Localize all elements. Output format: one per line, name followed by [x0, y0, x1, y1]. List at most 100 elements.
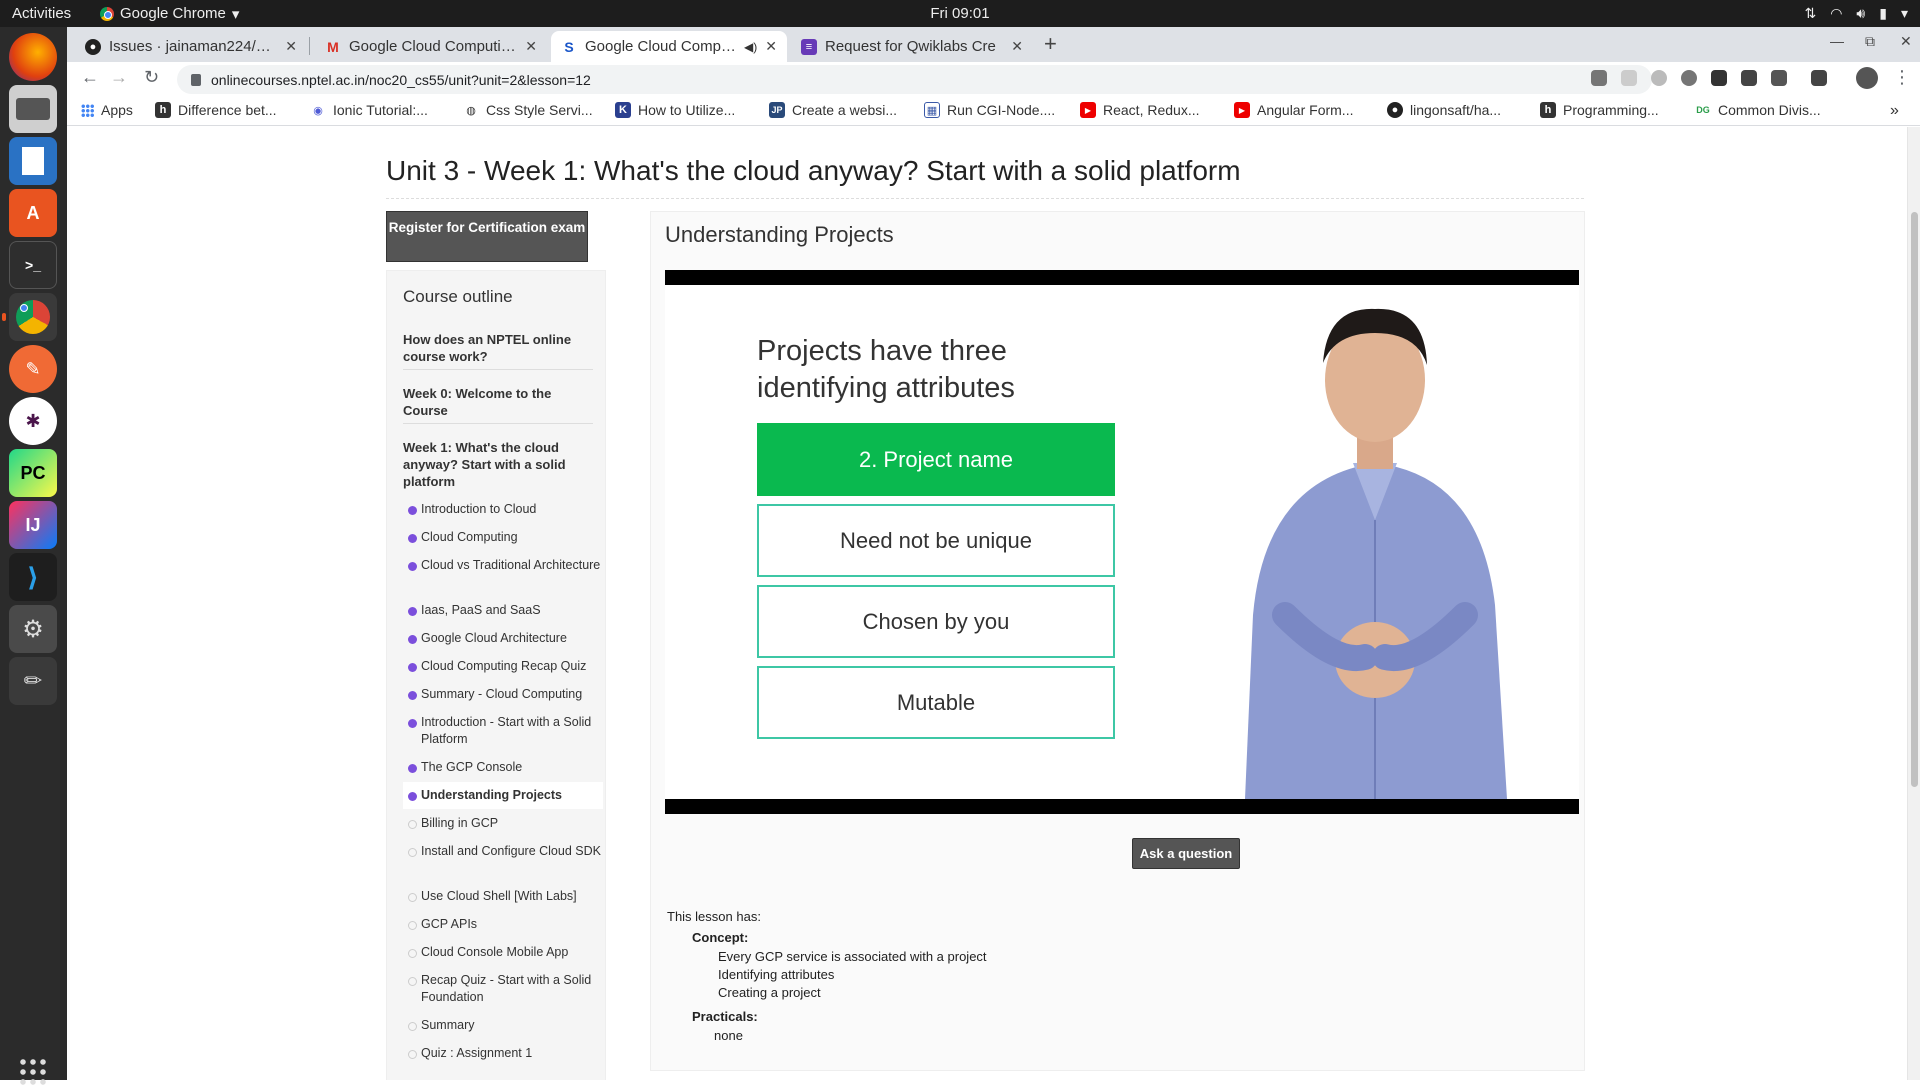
lesson-item[interactable]: Use Cloud Shell [With Labs]: [403, 888, 603, 905]
tab-nptel-active[interactable]: S Google Cloud Computin ◀) ✕: [551, 31, 787, 62]
bookmark-apps[interactable]: Apps: [81, 102, 133, 118]
menu-icon[interactable]: ⋮: [1893, 67, 1911, 88]
lesson-item[interactable]: Billing in GCP: [403, 815, 603, 832]
bookmark-label: How to Utilize...: [638, 102, 736, 118]
bookmark-item[interactable]: K How to Utilize...: [615, 102, 735, 118]
bookmark-item[interactable]: JP Create a websi...: [769, 102, 897, 118]
lesson-item[interactable]: Cloud Console Mobile App: [403, 944, 603, 961]
bookmark-favicon-icon: ▦: [924, 102, 940, 118]
page-scrollbar[interactable]: [1907, 127, 1920, 1080]
bookmark-item[interactable]: ● lingonsaft/ha...: [1387, 102, 1501, 118]
audio-playing-icon[interactable]: ◀): [744, 40, 757, 54]
bookmarks-overflow-icon[interactable]: »: [1890, 102, 1899, 120]
week-item-week-0[interactable]: Week 0: Welcome to the Course: [403, 385, 593, 419]
restore-icon[interactable]: ⧉: [1865, 33, 1875, 50]
reload-icon[interactable]: ↻: [144, 67, 159, 88]
lesson-item[interactable]: Cloud Computing Recap Quiz: [403, 658, 603, 675]
week-item-how-it-works[interactable]: How does an NPTEL online course work?: [403, 331, 593, 365]
lesson-item[interactable]: Recap Quiz - Start with a Solid Foundati…: [403, 972, 603, 1006]
concept-item: Identifying attributes: [718, 967, 835, 982]
lesson-item[interactable]: GCP APIs: [403, 916, 603, 933]
extension-icon[interactable]: [1621, 70, 1637, 86]
avatar[interactable]: [1856, 67, 1878, 89]
extension-icon[interactable]: [1741, 70, 1757, 86]
new-tab-icon[interactable]: +: [1044, 31, 1057, 57]
close-icon[interactable]: ✕: [285, 38, 297, 55]
gimp-icon[interactable]: ✏: [9, 657, 57, 705]
gmail-icon: M: [327, 38, 339, 55]
extension-icon[interactable]: [1771, 70, 1787, 86]
chevron-down-icon: ▾: [231, 5, 240, 23]
software-center-icon[interactable]: A: [9, 189, 57, 237]
chrome-dock-icon[interactable]: [2, 293, 57, 341]
close-icon[interactable]: ✕: [525, 38, 537, 55]
ask-question-button[interactable]: Ask a question: [1132, 838, 1240, 869]
clock[interactable]: Fri 09:01: [0, 5, 1920, 22]
bookmark-favicon-icon: ◍: [466, 104, 476, 117]
activities-button[interactable]: Activities: [0, 5, 100, 22]
app-menu[interactable]: Google Chrome ▾: [100, 5, 239, 23]
bookmark-item[interactable]: DG Common Divis...: [1695, 102, 1820, 118]
lesson-item[interactable]: Google Cloud Architecture: [403, 630, 603, 647]
tab-gmail[interactable]: M Google Cloud Computing ✕: [315, 31, 547, 62]
slack-icon[interactable]: ✱: [9, 397, 57, 445]
bookmark-item[interactable]: h Programming...: [1540, 102, 1659, 118]
close-icon[interactable]: ✕: [1011, 38, 1023, 55]
pycharm-icon[interactable]: PC: [9, 449, 57, 497]
lesson-label: Summary: [421, 1018, 475, 1032]
week-item-week-1[interactable]: Week 1: What's the cloud anyway? Start w…: [403, 439, 593, 490]
lesson-item[interactable]: Introduction to Cloud: [403, 501, 603, 518]
lesson-item[interactable]: Introduction - Start with a Solid Platfo…: [403, 714, 603, 748]
settings-icon[interactable]: ⚙: [9, 605, 57, 653]
media-control-icon[interactable]: [1811, 70, 1827, 86]
register-certification-button[interactable]: Register for Certification exam: [386, 211, 588, 262]
lesson-item[interactable]: Iaas, PaaS and SaaS: [403, 602, 603, 619]
lesson-label: Introduction - Start with a Solid Platfo…: [421, 715, 592, 746]
lesson-item[interactable]: Summary - Cloud Computing: [403, 686, 603, 703]
lesson-item-current[interactable]: Understanding Projects: [403, 782, 603, 809]
bookmark-item[interactable]: ◍ Css Style Servi...: [463, 102, 592, 118]
screenshot-extension-icon[interactable]: [1591, 70, 1607, 86]
files-icon[interactable]: [9, 85, 57, 133]
bookmark-item[interactable]: ▶ Angular Form...: [1234, 102, 1353, 118]
tab-github[interactable]: ● Issues · jainaman224/Algo ✕: [75, 31, 307, 62]
close-window-icon[interactable]: ✕: [1900, 33, 1912, 50]
writer-icon[interactable]: [9, 137, 57, 185]
scrollbar-thumb[interactable]: [1911, 212, 1918, 787]
back-icon[interactable]: ←: [81, 67, 99, 88]
lesson-item[interactable]: Install and Configure Cloud SDK: [403, 843, 603, 860]
extension-icon[interactable]: [1711, 70, 1727, 86]
lesson-item[interactable]: Cloud Computing: [403, 529, 603, 546]
bookmarks-bar: Apps h Difference bet... ◉ Ionic Tutorial:…: [67, 96, 1920, 126]
forward-icon[interactable]: →: [110, 67, 128, 88]
slide-title: Projects have three identifying attribut…: [757, 335, 1015, 404]
lesson-label: Google Cloud Architecture: [421, 631, 567, 645]
lesson-item[interactable]: The GCP Console: [403, 759, 603, 776]
youtube-icon: ▶: [1080, 102, 1096, 118]
close-icon[interactable]: ✕: [765, 38, 777, 55]
bookmark-label: lingonsaft/ha...: [1410, 102, 1502, 118]
bookmark-item[interactable]: ▶ React, Redux...: [1080, 102, 1200, 118]
vscode-icon[interactable]: ⟩: [9, 553, 57, 601]
terminal-icon[interactable]: >_: [9, 241, 57, 289]
lesson-item[interactable]: Summary: [403, 1017, 603, 1034]
minimize-icon[interactable]: —: [1830, 33, 1844, 49]
bookmark-label: Ionic Tutorial:...: [333, 102, 428, 118]
address-bar[interactable]: onlinecourses.nptel.ac.in/noc20_cs55/uni…: [177, 65, 1652, 94]
show-apps-icon[interactable]: [18, 1057, 48, 1087]
tab-forms[interactable]: ≡ Request for Qwiklabs Cre ✕: [791, 31, 1033, 62]
swayam-icon: S: [564, 38, 574, 55]
extension-icon[interactable]: [1651, 70, 1667, 86]
lesson-item[interactable]: Quiz : Assignment 1: [403, 1045, 603, 1062]
postman-icon[interactable]: ✎: [9, 345, 57, 393]
extension-icon[interactable]: [1681, 70, 1697, 86]
bookmark-item[interactable]: h Difference bet...: [155, 102, 277, 118]
bookmark-item[interactable]: ▦ Run CGI-Node....: [924, 102, 1055, 118]
video-player[interactable]: Projects have three identifying attribut…: [665, 270, 1579, 814]
firefox-icon[interactable]: [9, 33, 57, 81]
intellij-icon[interactable]: IJ: [9, 501, 57, 549]
system-tray[interactable]: ⇅ ◠ 🔊︎ ▮ ▾: [1804, 0, 1908, 27]
bookmark-item[interactable]: ◉ Ionic Tutorial:...: [310, 102, 428, 118]
lesson-item[interactable]: Cloud vs Traditional Architecture: [403, 557, 603, 574]
chrome-icon: [100, 6, 114, 21]
